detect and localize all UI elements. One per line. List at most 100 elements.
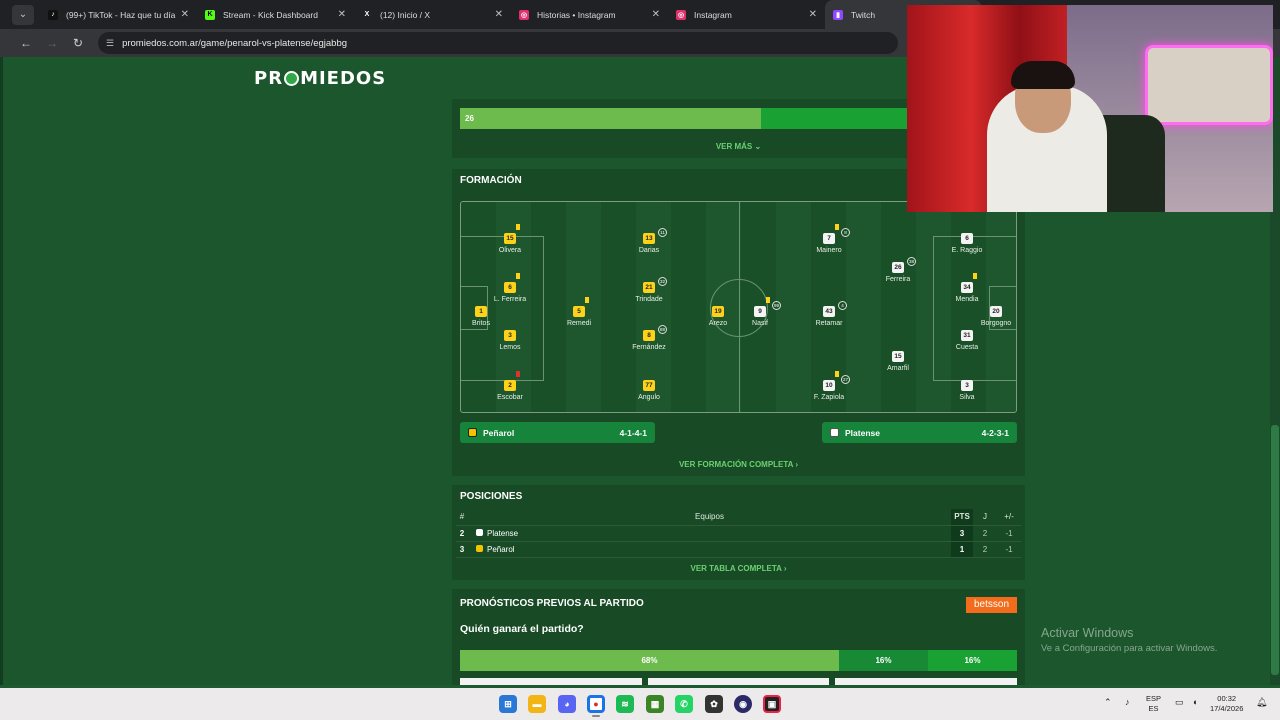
- player-name: Olivera: [498, 247, 522, 254]
- reload-icon[interactable]: ↻: [66, 36, 90, 50]
- instagram-icon: ◎: [676, 9, 686, 20]
- posiciones-title: POSICIONES: [460, 491, 523, 502]
- platense-crest-icon: [830, 428, 839, 437]
- minecraft-icon[interactable]: ▦: [646, 695, 664, 713]
- scrollbar-thumb[interactable]: [1271, 425, 1279, 675]
- back-arrow-icon[interactable]: ←: [14, 36, 38, 50]
- player-away[interactable]: 34 Mendia: [937, 273, 997, 303]
- player-number: 3: [504, 330, 516, 341]
- table-row[interactable]: 2 Platense 3 2 -1: [456, 525, 1021, 542]
- player-away[interactable]: 31 Cuesta: [937, 324, 997, 351]
- player-away[interactable]: 15 Amarfil: [868, 345, 928, 372]
- player-home[interactable]: 8 88 Fernández: [619, 324, 679, 351]
- obs-icon[interactable]: ◉: [734, 695, 752, 713]
- close-icon[interactable]: ✕: [652, 9, 660, 20]
- standings-table: # Equipos PTS J +/- 2 Platense 3 2 -1 3 …: [456, 509, 1021, 558]
- windows-activation-watermark: Activar Windows Ve a Configuración para …: [1041, 626, 1218, 654]
- tab-instagram-stories[interactable]: ◎ Historias • Instagram ✕: [511, 0, 668, 29]
- player-away[interactable]: 20 Borgogno: [966, 300, 1016, 327]
- player-number: 34: [961, 282, 973, 293]
- player-home[interactable]: 1 Britos: [461, 300, 511, 327]
- player-number: 19: [712, 306, 724, 317]
- app-icon[interactable]: ✿: [705, 695, 723, 713]
- player-number: 2: [504, 380, 516, 391]
- pronosticos-title: PRONÓSTICOS PREVIOS AL PARTIDO: [460, 598, 644, 609]
- site-settings-icon[interactable]: ☰: [106, 38, 114, 49]
- player-name: Retamar: [815, 320, 843, 327]
- player-home[interactable]: 15 Olivera: [480, 224, 540, 254]
- file-explorer-icon[interactable]: ▬: [528, 695, 546, 713]
- close-icon[interactable]: ✕: [809, 9, 817, 20]
- prediction-bar[interactable]: 16%: [928, 650, 1017, 671]
- player-name: Amarfil: [887, 365, 909, 372]
- discord-icon[interactable]: ◕: [558, 695, 576, 713]
- option-button[interactable]: [647, 678, 830, 685]
- player-home[interactable]: 5 Remedi: [549, 297, 609, 327]
- kick-icon: K: [205, 9, 215, 20]
- streaming-app-icon[interactable]: ▣: [763, 695, 781, 713]
- yellow-card-icon: [585, 297, 589, 303]
- option-button[interactable]: [460, 678, 642, 685]
- twitch-icon: ▮: [833, 9, 843, 20]
- clock[interactable]: 00:32 17/4/2026: [1210, 694, 1243, 714]
- tab-kick[interactable]: K Stream - Kick Dashboard ✕: [197, 0, 354, 29]
- player-away[interactable]: 7 8 Mainero: [799, 224, 859, 254]
- language-indicator[interactable]: ESP ES: [1146, 694, 1161, 714]
- windows-start-icon[interactable]: ⊞: [499, 695, 517, 713]
- chrome-icon[interactable]: ●: [587, 695, 605, 713]
- player-away[interactable]: 43 4 Retamar: [799, 300, 859, 327]
- away-formation: 4-2-3-1: [981, 427, 1009, 438]
- away-team-bar[interactable]: Platense 4-2-3-1: [822, 422, 1017, 443]
- player-home[interactable]: 21 32 Trindade: [619, 276, 679, 303]
- network-icon[interactable]: ▭: [1175, 697, 1184, 707]
- tab-instagram[interactable]: ◎ Instagram ✕: [668, 0, 825, 29]
- player-away[interactable]: 9 99 Nasif: [730, 297, 790, 327]
- ver-formacion-link[interactable]: VER FORMACIÓN COMPLETA ›: [452, 460, 1025, 469]
- ver-tabla-link[interactable]: VER TABLA COMPLETA ›: [452, 564, 1025, 573]
- substitution-icon: 38: [907, 257, 916, 266]
- url-field[interactable]: ☰ promiedos.com.ar/game/penarol-vs-plate…: [98, 32, 898, 54]
- penarol-crest-icon: [476, 544, 483, 552]
- player-away[interactable]: 6 E. Raggio: [937, 227, 997, 254]
- player-home[interactable]: 13 11 Darias: [619, 227, 679, 254]
- player-home[interactable]: 3 Lemos: [480, 324, 540, 351]
- player-number: 3: [961, 380, 973, 391]
- forward-arrow-icon[interactable]: →: [40, 36, 64, 50]
- player-away[interactable]: 26 38 Ferreira: [868, 256, 928, 283]
- tab-search-menu-icon[interactable]: ⌄: [12, 4, 34, 25]
- spotify-icon[interactable]: ≋: [616, 695, 634, 713]
- substitution-icon: 11: [658, 228, 667, 237]
- player-number: 10: [823, 380, 835, 391]
- taskbar: [0, 688, 1280, 720]
- player-name: Ferreira: [885, 276, 911, 283]
- player-name: Lemos: [499, 344, 521, 351]
- player-home[interactable]: 77 Angulo: [619, 374, 679, 401]
- player-home[interactable]: 6 L. Ferreira: [480, 273, 540, 303]
- player-name: Angulo: [638, 394, 660, 401]
- player-away[interactable]: 10 27 F. Zapiola: [799, 371, 859, 401]
- close-icon[interactable]: ✕: [181, 9, 189, 20]
- close-icon[interactable]: ✕: [495, 9, 503, 20]
- url-text: promiedos.com.ar/game/penarol-vs-platens…: [122, 37, 348, 49]
- prediction-bar[interactable]: 16%: [839, 650, 928, 671]
- player-home[interactable]: 2 Escobar: [480, 371, 540, 401]
- whatsapp-icon[interactable]: ✆: [675, 695, 693, 713]
- tab-x[interactable]: X (12) Inicio / X ✕: [354, 0, 511, 29]
- promiedos-logo[interactable]: PR MIEDOS: [254, 68, 386, 89]
- close-icon[interactable]: ✕: [338, 9, 346, 20]
- notification-bell-icon[interactable]: 🔔︎: [1256, 697, 1267, 707]
- player-name: Cuesta: [955, 344, 979, 351]
- option-button[interactable]: [835, 678, 1018, 685]
- table-row[interactable]: 3 Peñarol 1 2 -1: [456, 541, 1021, 558]
- betsson-logo[interactable]: betsson: [966, 597, 1017, 613]
- yellow-card-icon: [516, 224, 520, 230]
- player-name: Silva: [959, 394, 975, 401]
- player-name: F. Zapiola: [813, 394, 845, 401]
- home-team-bar[interactable]: Peñarol 4-1-4-1: [460, 422, 655, 443]
- tab-tiktok[interactable]: ♪(99+) TikTok - Haz que tu día sea✕: [40, 0, 197, 29]
- tray-chevron-icon[interactable]: ⌃: [1104, 697, 1112, 707]
- volume-icon[interactable]: ◖: [1192, 697, 1197, 707]
- mic-icon[interactable]: ♪: [1125, 697, 1130, 707]
- player-away[interactable]: 3 Silva: [937, 374, 997, 401]
- prediction-bar[interactable]: 68%: [460, 650, 839, 671]
